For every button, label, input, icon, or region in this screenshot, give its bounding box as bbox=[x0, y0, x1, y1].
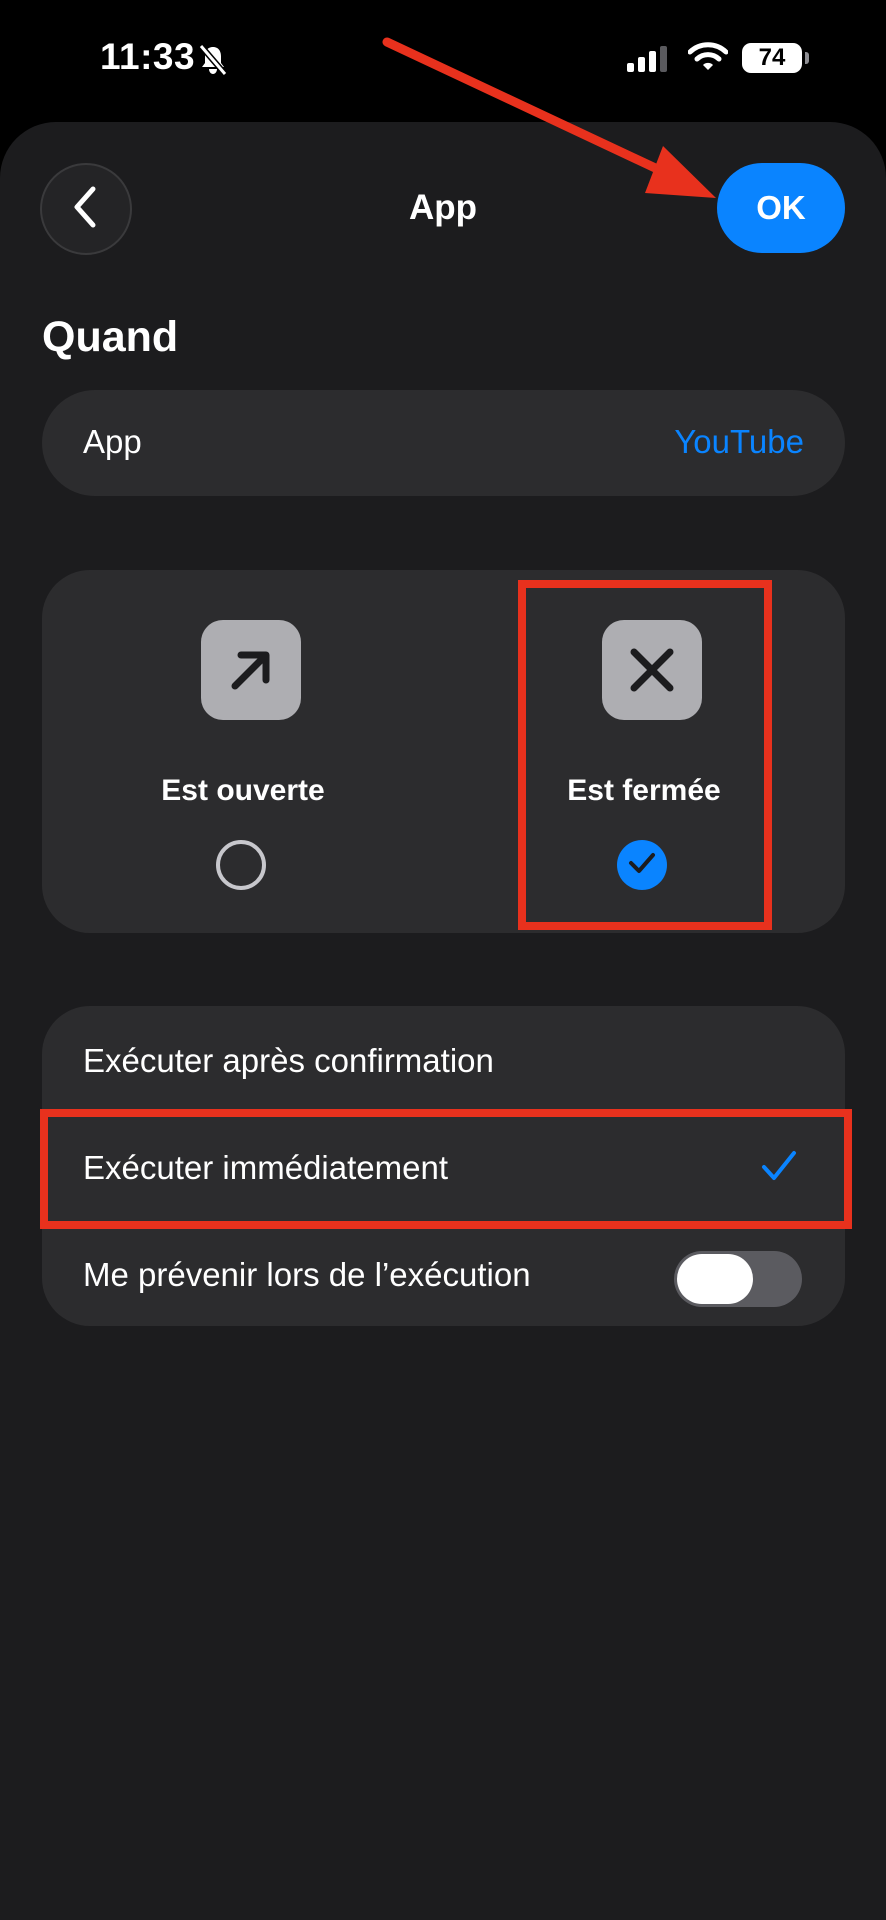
status-time: 11:33 bbox=[100, 36, 196, 77]
exec-option-label: Exécuter immédiatement bbox=[83, 1149, 448, 1186]
app-row-value[interactable]: YouTube bbox=[674, 423, 804, 461]
option-est-ouverte[interactable]: Est ouverte bbox=[42, 570, 444, 933]
option-label-est-ouverte: Est ouverte bbox=[161, 774, 325, 807]
battery-level: 74 bbox=[742, 43, 802, 73]
execution-options-card: Exécuter après confirmation Exécuter imm… bbox=[42, 1006, 845, 1326]
section-heading: Quand bbox=[42, 313, 179, 361]
checkmark-icon bbox=[628, 851, 656, 880]
app-row[interactable]: App YouTube bbox=[42, 390, 845, 496]
app-row-label: App bbox=[83, 423, 142, 460]
option-est-fermee[interactable]: Est fermée bbox=[443, 570, 845, 933]
exec-option-label: Exécuter après confirmation bbox=[83, 1042, 494, 1079]
notify-toggle[interactable] bbox=[674, 1251, 802, 1307]
radio-unselected[interactable] bbox=[216, 840, 266, 890]
wifi-icon bbox=[687, 42, 729, 77]
cellular-signal-icon bbox=[627, 46, 669, 77]
trigger-options-card: Est ouverte Est fermée bbox=[42, 570, 845, 933]
xmark-icon bbox=[602, 620, 702, 720]
notify-label: Me prévenir lors de l’exécution bbox=[83, 1256, 531, 1293]
exec-option-confirmation[interactable]: Exécuter après confirmation bbox=[42, 1006, 845, 1113]
ok-button[interactable]: OK bbox=[717, 163, 845, 253]
exec-option-immediate[interactable]: Exécuter immédiatement bbox=[42, 1113, 845, 1220]
notify-row: Me prévenir lors de l’exécution bbox=[42, 1220, 845, 1327]
radio-selected[interactable] bbox=[617, 840, 667, 890]
option-label-est-fermee: Est fermée bbox=[567, 774, 721, 807]
arrow-up-right-icon bbox=[201, 620, 301, 720]
bell-slash-icon bbox=[198, 44, 228, 81]
toggle-knob bbox=[677, 1254, 753, 1304]
status-bar: 11:33 74 bbox=[0, 0, 886, 118]
checkmark-icon bbox=[760, 1149, 798, 1188]
